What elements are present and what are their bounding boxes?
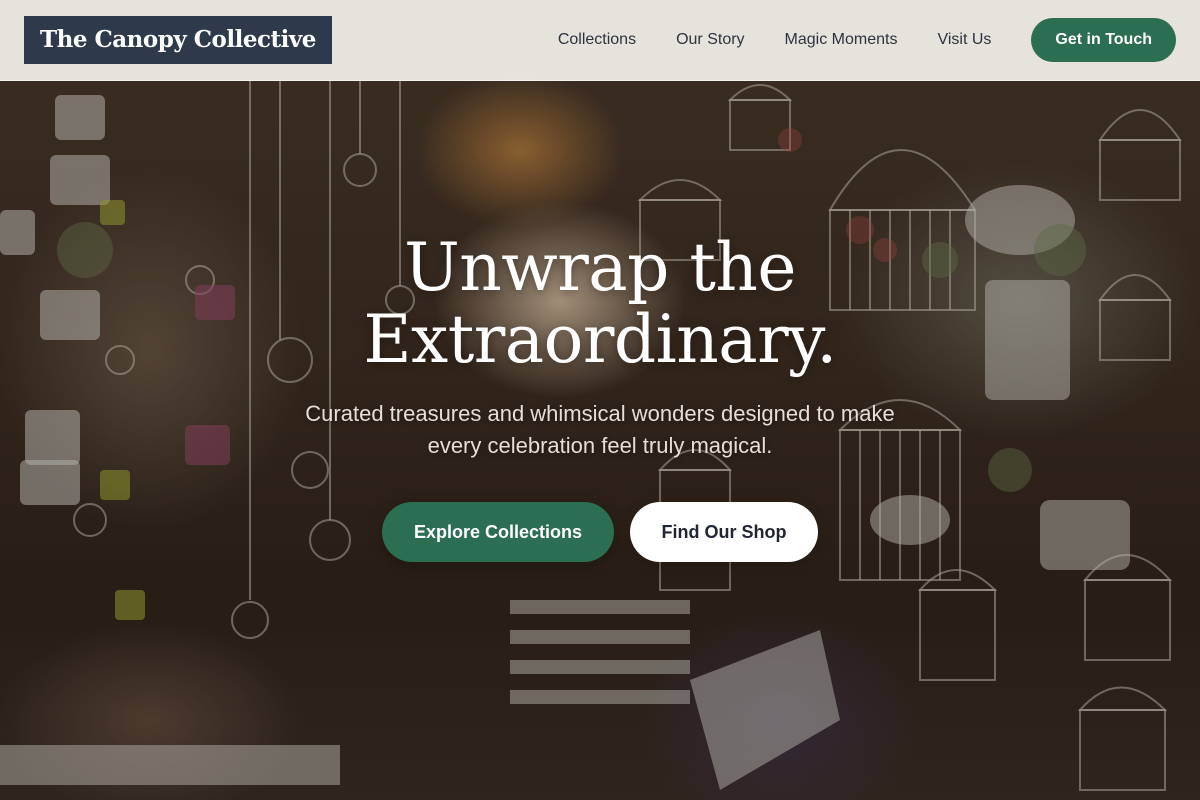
- nav-item-magic-moments[interactable]: Magic Moments: [785, 31, 898, 49]
- hero-title-line-1: Unwrap the: [404, 229, 796, 306]
- nav-item-visit-us[interactable]: Visit Us: [937, 31, 991, 49]
- hero-subtitle: Curated treasures and whimsical wonders …: [305, 401, 895, 458]
- logo[interactable]: The Canopy Collective: [24, 16, 332, 64]
- hero-buttons: Explore Collections Find Our Shop: [0, 502, 1200, 562]
- hero-title: Unwrap the Extraordinary.: [0, 232, 1200, 376]
- find-our-shop-button[interactable]: Find Our Shop: [630, 502, 818, 562]
- hero-title-line-2: Extraordinary.: [363, 301, 837, 378]
- nav-item-our-story[interactable]: Our Story: [676, 31, 744, 49]
- explore-collections-button[interactable]: Explore Collections: [382, 502, 614, 562]
- get-in-touch-button[interactable]: Get in Touch: [1031, 18, 1176, 62]
- main-nav: Collections Our Story Magic Moments Visi…: [558, 18, 1176, 62]
- nav-item-collections[interactable]: Collections: [558, 31, 636, 49]
- hero-section: Unwrap the Extraordinary. Curated treasu…: [0, 232, 1200, 562]
- site-header: The Canopy Collective Collections Our St…: [0, 0, 1200, 81]
